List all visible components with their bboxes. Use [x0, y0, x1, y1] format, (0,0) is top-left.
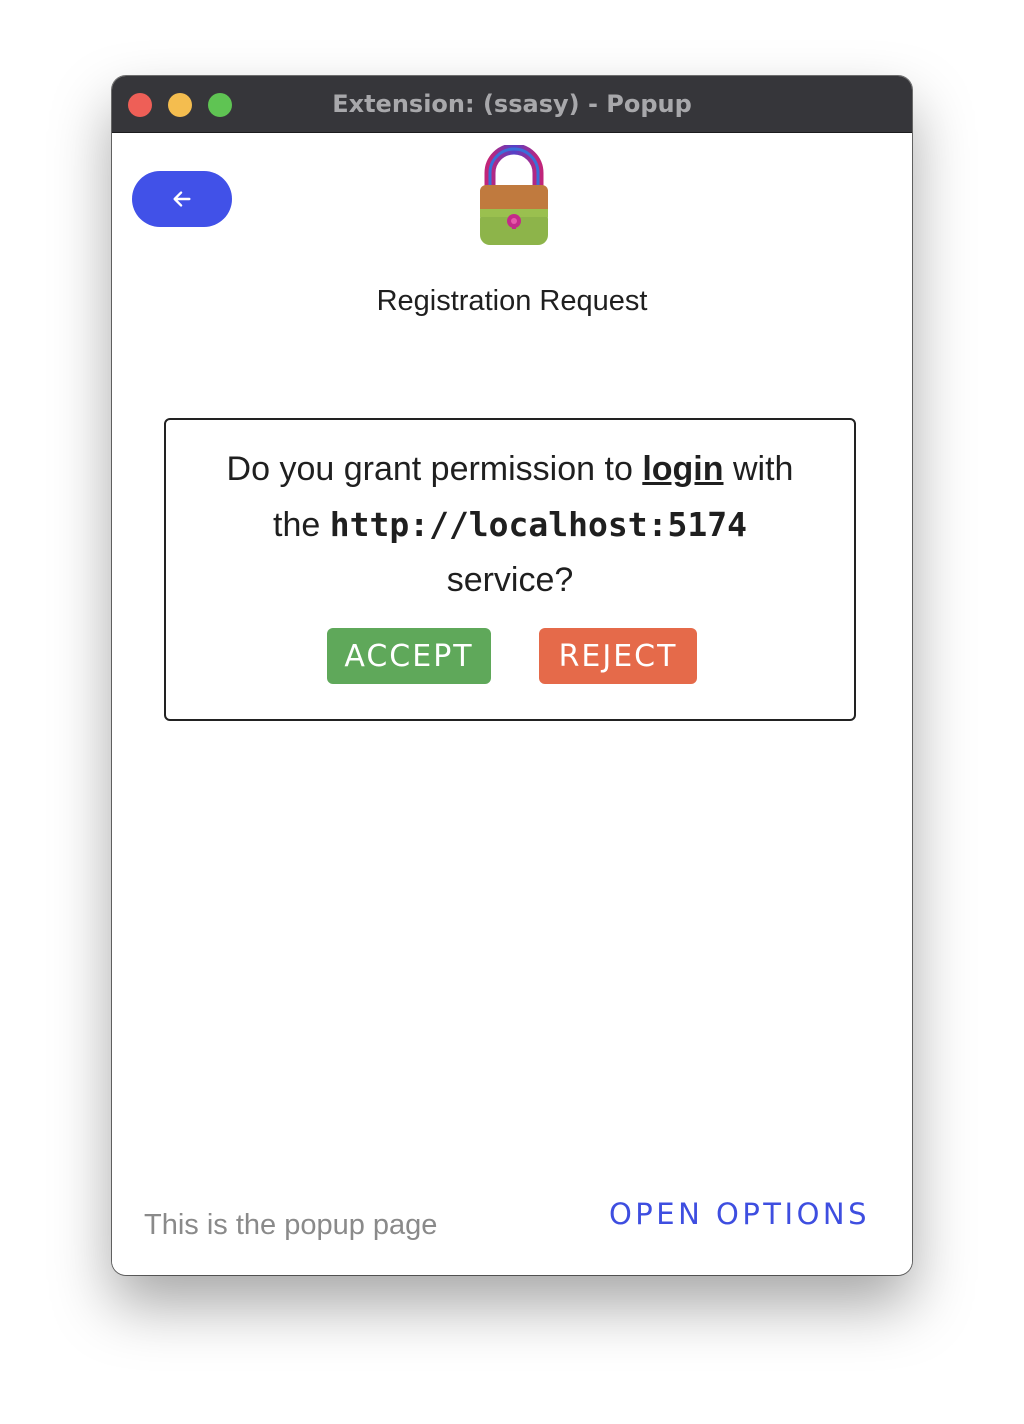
- permission-question: Do you grant permission to login with th…: [186, 442, 834, 608]
- title-bar: Extension: (ssasy) - Popup: [112, 76, 912, 133]
- action-name: login: [642, 450, 724, 488]
- question-suffix: service?: [446, 561, 574, 599]
- permission-dialog: Do you grant permission to login with th…: [164, 418, 856, 721]
- window-title: Extension: (ssasy) - Popup: [332, 90, 692, 118]
- popup-footer-text: This is the popup page: [144, 1209, 438, 1241]
- service-url: http://localhost:5174: [329, 505, 747, 544]
- reject-button[interactable]: REJECT: [539, 628, 697, 684]
- arrow-left-icon: [173, 191, 191, 207]
- back-button[interactable]: [132, 171, 232, 227]
- padlock-icon: [480, 145, 548, 245]
- question-prefix: Do you grant permission to: [226, 450, 633, 488]
- question-the: the: [273, 506, 321, 544]
- accept-button[interactable]: ACCEPT: [327, 628, 491, 684]
- popup-content: Registration Request Do you grant permis…: [112, 133, 912, 1275]
- page-title: Registration Request: [376, 285, 648, 317]
- open-options-link[interactable]: OPEN OPTIONS: [609, 1197, 870, 1231]
- question-with: with: [732, 450, 794, 488]
- popup-window: Extension: (ssasy) - Popup Registration …: [112, 76, 912, 1275]
